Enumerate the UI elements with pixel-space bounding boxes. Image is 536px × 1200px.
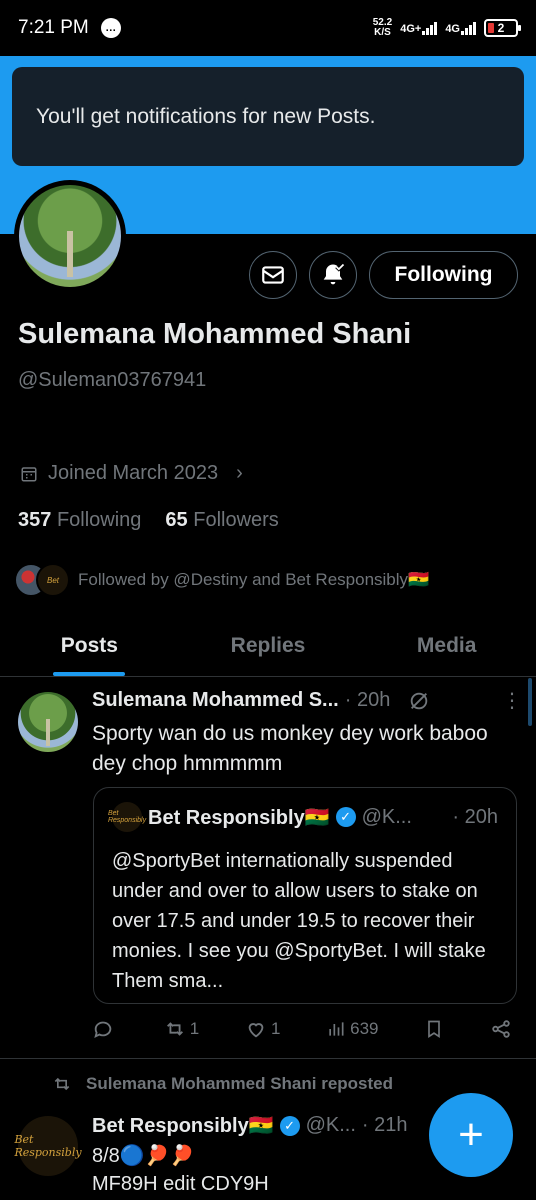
signal-icon: 4G+ xyxy=(400,21,438,35)
compose-button[interactable]: + xyxy=(429,1093,513,1177)
bookmark-button[interactable] xyxy=(424,1018,444,1040)
tab-replies[interactable]: Replies xyxy=(179,615,358,676)
quote-time: · 20h xyxy=(452,805,498,828)
profile-handle: @Suleman03767941 xyxy=(18,369,207,391)
battery-level: 2 xyxy=(497,21,505,35)
repost-count: 1 xyxy=(189,1019,200,1038)
plus-icon: + xyxy=(458,1110,484,1159)
quote-author: Bet Responsibly🇬🇭 xyxy=(148,806,330,829)
followed-by-avatars: Bet xyxy=(14,563,70,597)
quote-header: Bet Responsibly Bet Responsibly🇬🇭 ✓ @K..… xyxy=(108,802,498,832)
repost-button[interactable]: 1 xyxy=(164,1018,199,1040)
post-divider xyxy=(0,1058,536,1059)
avatar: Bet xyxy=(36,563,70,597)
view-count: 639 xyxy=(350,1019,379,1038)
like-button[interactable]: 1 xyxy=(245,1018,280,1040)
grok-icon[interactable] xyxy=(408,690,430,712)
signal-label-2: 4G xyxy=(445,22,460,35)
notification-toast: You'll get notifications for new Posts. xyxy=(12,67,524,166)
quote-avatar-text: Bet Responsibly xyxy=(107,810,147,824)
following-stat[interactable]: 357 Following xyxy=(18,509,141,532)
quoted-post[interactable]: Bet Responsibly Bet Responsibly🇬🇭 ✓ @K..… xyxy=(93,787,517,1004)
status-bar: 7:21 PM … 52.2 K/S 4G+ 4G 2 xyxy=(0,0,536,56)
quote-text: @SportyBet internationally suspended und… xyxy=(112,850,486,992)
notifications-button[interactable] xyxy=(309,251,357,299)
share-icon xyxy=(492,1020,510,1038)
joined-date[interactable]: Joined March 2023 › xyxy=(20,462,243,485)
quote-handle: @K... xyxy=(361,805,412,828)
share-button[interactable] xyxy=(490,1018,512,1040)
network-speed-unit: K/S xyxy=(374,27,391,38)
signal-label-1: 4G+ xyxy=(400,22,422,35)
following-label: Following xyxy=(56,509,142,531)
profile-avatar[interactable] xyxy=(14,180,126,292)
envelope-icon xyxy=(262,266,284,284)
verified-badge-icon: ✓ xyxy=(279,1115,300,1136)
repost-label[interactable]: Sulemana Mohammed Shani reposted xyxy=(86,1074,393,1094)
followers-count: 65 xyxy=(165,509,188,531)
post-author[interactable]: Sulemana Mohammed S... xyxy=(92,689,339,712)
follow-stats: 357 Following 65 Followers xyxy=(18,509,279,532)
status-right: 52.2 K/S 4G+ 4G 2 xyxy=(373,18,521,38)
post-time: · 20h xyxy=(344,689,391,711)
profile-name: Sulemana Mohammed Shani xyxy=(18,318,412,350)
chevron-right-icon: › xyxy=(236,462,243,484)
repost-icon xyxy=(166,1022,183,1036)
followed-by[interactable]: Bet Followed by @Destiny and Bet Respons… xyxy=(14,563,429,597)
calendar-icon xyxy=(21,466,37,481)
post-avatar[interactable]: Bet Responsibly xyxy=(14,1116,82,1176)
heart-icon xyxy=(248,1023,264,1038)
post-avatar[interactable] xyxy=(18,692,78,752)
scroll-indicator xyxy=(528,678,532,726)
status-time: 7:21 PM xyxy=(18,17,89,38)
joined-text: Joined March 2023 xyxy=(48,462,219,484)
toast-message: You'll get notifications for new Posts. xyxy=(36,104,376,128)
post-text-line-2: MF89H edit CDY9H xyxy=(92,1173,269,1195)
post-avatar-text: Bet Responsibly xyxy=(14,1133,82,1159)
post-text: 8/8🔵🏓🏓 MF89H edit CDY9H xyxy=(92,1142,269,1198)
message-button[interactable] xyxy=(249,251,297,299)
post-header: Sulemana Mohammed S... · 20h ⋮ xyxy=(92,689,522,712)
profile-tabs: Posts Replies Media xyxy=(0,615,536,677)
reply-icon xyxy=(94,1021,112,1039)
bookmark-icon xyxy=(428,1020,441,1039)
reply-button[interactable] xyxy=(92,1018,118,1040)
repost-icon xyxy=(54,1077,70,1091)
tab-posts[interactable]: Posts xyxy=(0,615,179,676)
more-options-icon[interactable]: ⋮ xyxy=(502,691,522,711)
post-handle: @K... xyxy=(305,1114,356,1136)
post-text: Sporty wan do us monkey dey work baboo d… xyxy=(92,722,488,775)
views-icon xyxy=(329,1022,344,1036)
network-speed: 52.2 K/S xyxy=(373,18,392,38)
following-count: 357 xyxy=(18,509,52,531)
tab-media[interactable]: Media xyxy=(357,615,536,676)
avatar: Bet Responsibly xyxy=(108,802,146,832)
bell-check-icon xyxy=(323,263,345,285)
followers-stat[interactable]: 65 Followers xyxy=(165,509,278,532)
views-button[interactable]: 639 xyxy=(326,1019,379,1039)
post-actions: 1 1 639 xyxy=(92,1018,512,1040)
post-author[interactable]: Bet Responsibly🇬🇭 xyxy=(92,1113,274,1138)
battery-icon: 2 xyxy=(484,19,521,37)
verified-badge-icon: ✓ xyxy=(335,807,356,827)
message-notification-icon: … xyxy=(100,18,121,38)
followed-by-text: Followed by @Destiny and Bet Responsibly… xyxy=(78,570,430,589)
post-time: · 21h xyxy=(361,1114,408,1136)
post-header: Bet Responsibly🇬🇭 ✓ @K... · 21h xyxy=(92,1113,408,1138)
following-button[interactable]: Following xyxy=(369,251,518,299)
post-text-line-1: 8/8🔵🏓🏓 xyxy=(92,1145,195,1167)
signal-icon-2: 4G xyxy=(445,21,476,35)
repost-indicator: Sulemana Mohammed Shani reposted xyxy=(52,1074,393,1094)
followers-label: Followers xyxy=(193,509,279,531)
like-count: 1 xyxy=(270,1019,281,1038)
